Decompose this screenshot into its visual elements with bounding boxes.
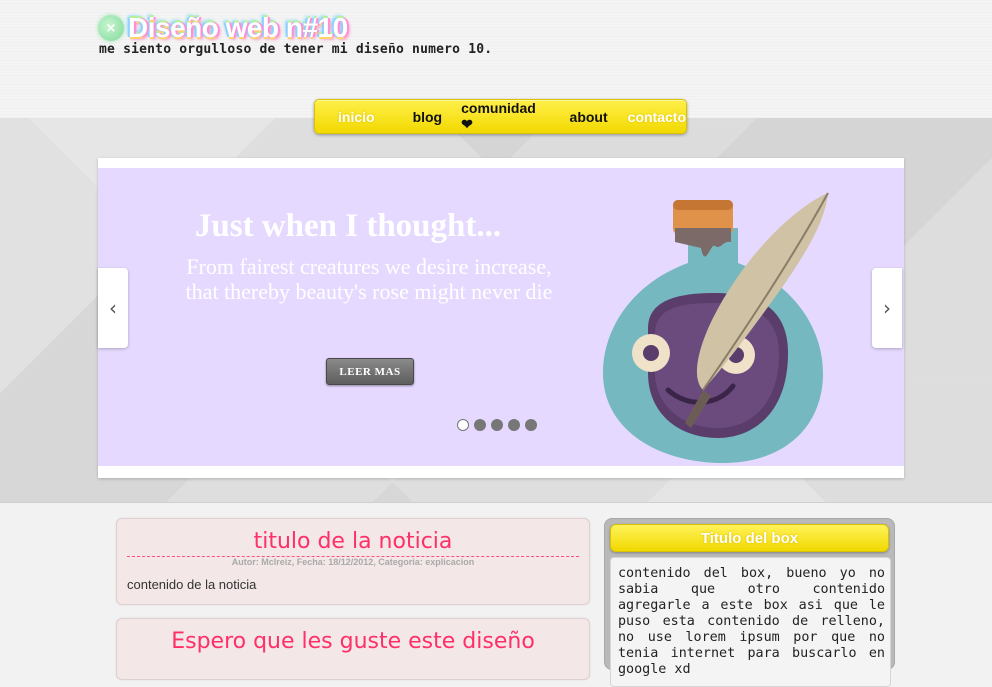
slider-dot[interactable] [525, 419, 537, 431]
post-body: contenido de la noticia [127, 577, 257, 592]
site-title-wrap: × Diseño web n#10 [98, 11, 348, 45]
nav-item-inicio[interactable]: inicio [338, 109, 375, 125]
slider-dot[interactable] [474, 419, 486, 431]
slider-prev-button[interactable]: ‹ [98, 268, 128, 348]
site-title[interactable]: Diseño web n#10 [128, 12, 348, 44]
post-meta: Autor: Mclreiz, Fecha: 18/12/2012, Categ… [231, 557, 475, 567]
read-more-button[interactable]: LEER MAS [326, 358, 414, 385]
slide: Just when I thought... From fairest crea… [98, 168, 904, 466]
post-title[interactable]: titulo de la noticia [127, 529, 579, 557]
chevron-right-icon: › [883, 296, 891, 320]
sidebar-box: Titulo del box contenido del box, bueno … [604, 518, 895, 687]
slider-next-button[interactable]: › [872, 268, 902, 348]
slide-headline: Just when I thought... [194, 208, 502, 244]
box-body: contenido del box, bueno yo no sabia que… [610, 557, 891, 687]
close-icon[interactable]: × [98, 15, 124, 41]
site-subtitle: me siento orgulloso de tener mi diseño n… [99, 42, 493, 57]
slide-body: From fairest creatures we desire increas… [185, 254, 553, 304]
news-post: titulo de la noticia Autor: Mclreiz, Fec… [116, 518, 590, 605]
slider-dot[interactable] [491, 419, 503, 431]
slider-dot[interactable] [508, 419, 520, 431]
chevron-left-icon: ‹ [109, 296, 117, 320]
slider-dot[interactable] [457, 419, 469, 431]
nav-item-about[interactable]: about [570, 109, 608, 125]
slider-pagination [457, 419, 537, 431]
nav-item-blog[interactable]: blog [413, 109, 443, 125]
news-post: Espero que les guste este diseño [116, 618, 590, 680]
box-title: Titulo del box [610, 524, 889, 552]
nav-item-comunidad[interactable]: comunidad ❤ [461, 100, 550, 133]
post-title[interactable]: Espero que les guste este diseño [127, 629, 579, 656]
nav-item-contacto[interactable]: contacto [628, 109, 686, 125]
main-nav: inicio blog comunidad ❤ about contacto [314, 99, 687, 134]
image-slider: Just when I thought... From fairest crea… [98, 158, 904, 478]
ink-bottle-illustration [603, 192, 829, 463]
